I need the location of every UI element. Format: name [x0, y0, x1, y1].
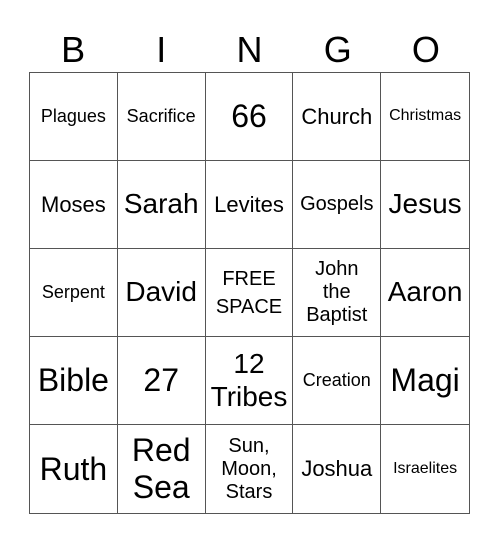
- free-space-cell[interactable]: FREE SPACE: [205, 249, 294, 337]
- bingo-cell[interactable]: Church: [293, 73, 382, 161]
- bingo-cell[interactable]: Bible: [30, 337, 118, 425]
- bingo-cell[interactable]: Christmas: [381, 73, 469, 161]
- bingo-cell[interactable]: Sacrifice: [117, 73, 206, 161]
- header-letter-n: N: [236, 29, 263, 70]
- bingo-cell[interactable]: Moses: [30, 161, 118, 249]
- bingo-cell[interactable]: Aaron: [381, 249, 469, 337]
- bingo-cell[interactable]: 12 Tribes: [205, 337, 294, 425]
- bingo-cell[interactable]: Gospels: [293, 161, 382, 249]
- bingo-header: B I N G O: [29, 28, 470, 72]
- bingo-cell[interactable]: Jesus: [381, 161, 469, 249]
- bingo-cell[interactable]: John the Baptist: [293, 249, 382, 337]
- bingo-cell[interactable]: Magi: [381, 337, 469, 425]
- bingo-cell[interactable]: Joshua: [293, 425, 382, 513]
- header-letter-g: G: [323, 29, 352, 70]
- bingo-cell[interactable]: David: [117, 249, 206, 337]
- bingo-cell[interactable]: Plagues: [30, 73, 118, 161]
- bingo-cell[interactable]: Israelites: [381, 425, 469, 513]
- bingo-cell[interactable]: 27: [117, 337, 206, 425]
- bingo-cell[interactable]: Sarah: [117, 161, 206, 249]
- bingo-cell[interactable]: Creation: [293, 337, 382, 425]
- bingo-cell[interactable]: Ruth: [30, 425, 118, 513]
- bingo-cell[interactable]: Red Sea: [118, 425, 206, 513]
- bingo-cell[interactable]: Serpent: [30, 249, 118, 337]
- header-letter-o: O: [411, 29, 440, 70]
- free-space-label: FREE SPACE: [215, 267, 283, 318]
- bingo-cell[interactable]: Levites: [205, 161, 294, 249]
- bingo-grid: Plagues Sacrifice 66 Church Christmas Mo…: [29, 72, 470, 514]
- bingo-cell[interactable]: 66: [205, 73, 294, 161]
- bingo-cell[interactable]: Sun, Moon, Stars: [206, 425, 294, 513]
- header-letter-i: I: [156, 29, 167, 70]
- header-letter-b: B: [61, 29, 86, 70]
